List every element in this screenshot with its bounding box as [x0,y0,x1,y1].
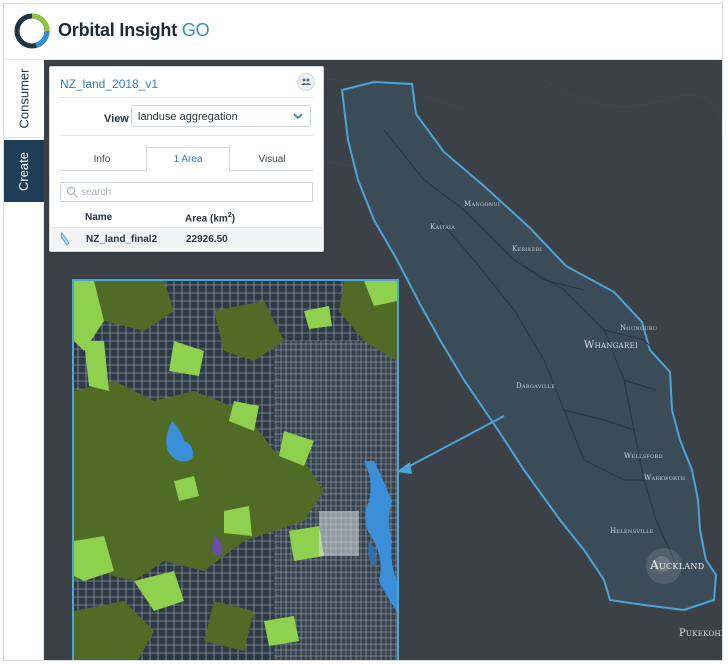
view-label: View [104,113,129,125]
layer-icon [60,232,70,246]
tab-area[interactable]: 1 Area [146,147,230,172]
town-label: Wellsford [624,452,663,460]
town-label: Auckland [650,558,705,572]
panel-title[interactable]: NZ_land_2018_v1 [60,77,158,91]
town-label: Pukekohe [679,628,722,639]
town-label: Kaitaia [430,223,456,231]
search-icon [66,186,78,198]
app-brand[interactable]: Orbital Insight GO [58,20,210,41]
column-header-name[interactable]: Name [85,212,112,223]
row-area: 22926.50 [186,234,228,245]
divider [60,97,313,98]
town-label: Nounguru [620,324,658,332]
town-label: Mangonui [464,200,501,208]
column-header-area[interactable]: Area (km2) [185,212,235,224]
view-select-value: landuse aggregation [138,111,238,123]
search-input[interactable] [81,185,306,199]
left-rail: Consumer Create [4,60,44,660]
brand-name: Orbital Insight [58,20,178,40]
town-label: Whangarei [584,340,639,351]
users-icon [301,78,311,85]
landuse-inset-map[interactable] [72,279,399,660]
tab-info[interactable]: Info [60,147,144,171]
rail-tab-consumer-label: Consumer [16,68,32,129]
logo-icon [14,13,50,49]
view-select[interactable]: landuse aggregation [131,105,311,127]
chevron-down-icon [293,113,303,120]
town-label: Warkworth [644,474,686,482]
layer-panel: NZ_land_2018_v1 View landuse aggregation… [49,66,324,252]
divider [60,135,313,136]
rail-tab-create-label: Create [16,151,32,191]
table-row[interactable]: NZ_land_final2 22926.50 [51,227,322,249]
row-name: NZ_land_final2 [86,234,158,245]
town-label: Kerikeri [512,245,543,253]
share-button[interactable] [297,73,315,91]
app-window: Orbital Insight GO Consumer Create Mango… [3,3,723,661]
rail-tab-consumer[interactable]: Consumer [4,60,44,138]
app-header: Orbital Insight GO [4,4,722,60]
column-header-area-close: ) [231,213,236,225]
panel-tabs: Info 1 Area Visual [60,147,314,172]
town-label: Helensville [610,527,654,535]
landuse-imagery [74,281,397,660]
brand-suffix: GO [181,20,210,40]
tab-visual[interactable]: Visual [230,147,314,171]
rail-tab-create[interactable]: Create [4,140,44,202]
search-box [60,182,313,202]
town-label: Dargaville [516,382,556,390]
column-header-area-text: Area (km [185,213,228,225]
